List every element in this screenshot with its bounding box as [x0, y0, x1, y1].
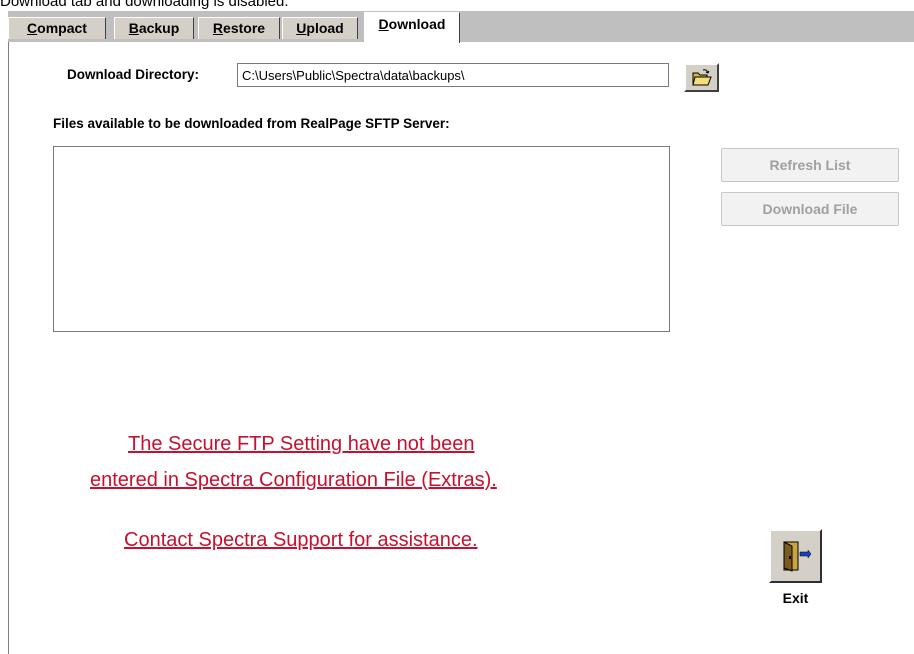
- tab-restore[interactable]: Restore: [198, 17, 280, 39]
- tab-download-label: ownload: [388, 16, 446, 32]
- warning-line-2: entered in Spectra Configuration File (E…: [90, 469, 497, 491]
- tab-backup-label: ackup: [138, 20, 180, 36]
- exit-button[interactable]: [769, 529, 822, 583]
- warning-line-3: Contact Spectra Support for assistance.: [124, 529, 478, 551]
- tab-compact-accel: C: [27, 20, 38, 36]
- tab-strip: Compact Backup Restore Upload Download: [8, 11, 914, 43]
- tab-download-accel: D: [378, 16, 389, 32]
- tab-download[interactable]: Download: [364, 12, 460, 43]
- download-file-button[interactable]: Download File: [721, 192, 899, 226]
- tab-upload-accel: U: [296, 20, 307, 36]
- warning-line-1: The Secure FTP Setting have not been: [128, 433, 475, 455]
- exit-door-icon: [783, 541, 811, 572]
- caption-text: Download tab and downloading is disabled…: [0, 0, 289, 10]
- download-directory-input[interactable]: [237, 63, 669, 87]
- tab-backup-accel: B: [128, 20, 139, 36]
- tab-compact-label: ompact: [37, 20, 87, 36]
- open-folder-icon: [691, 68, 712, 85]
- files-available-label: Files available to be downloaded from Re…: [53, 116, 450, 131]
- tab-upload-label: pload: [306, 20, 344, 36]
- files-listbox[interactable]: [53, 146, 670, 332]
- browse-folder-button[interactable]: [684, 63, 719, 92]
- download-directory-label: Download Directory:: [67, 67, 200, 82]
- panel-left-border: [8, 42, 9, 654]
- tab-restore-accel: R: [212, 20, 224, 36]
- tab-upload[interactable]: Upload: [282, 17, 358, 39]
- tab-compact[interactable]: Compact: [8, 17, 106, 39]
- tab-restore-label: estore: [223, 20, 266, 36]
- tab-backup[interactable]: Backup: [114, 17, 194, 39]
- refresh-list-button[interactable]: Refresh List: [721, 148, 899, 182]
- exit-label: Exit: [782, 590, 809, 606]
